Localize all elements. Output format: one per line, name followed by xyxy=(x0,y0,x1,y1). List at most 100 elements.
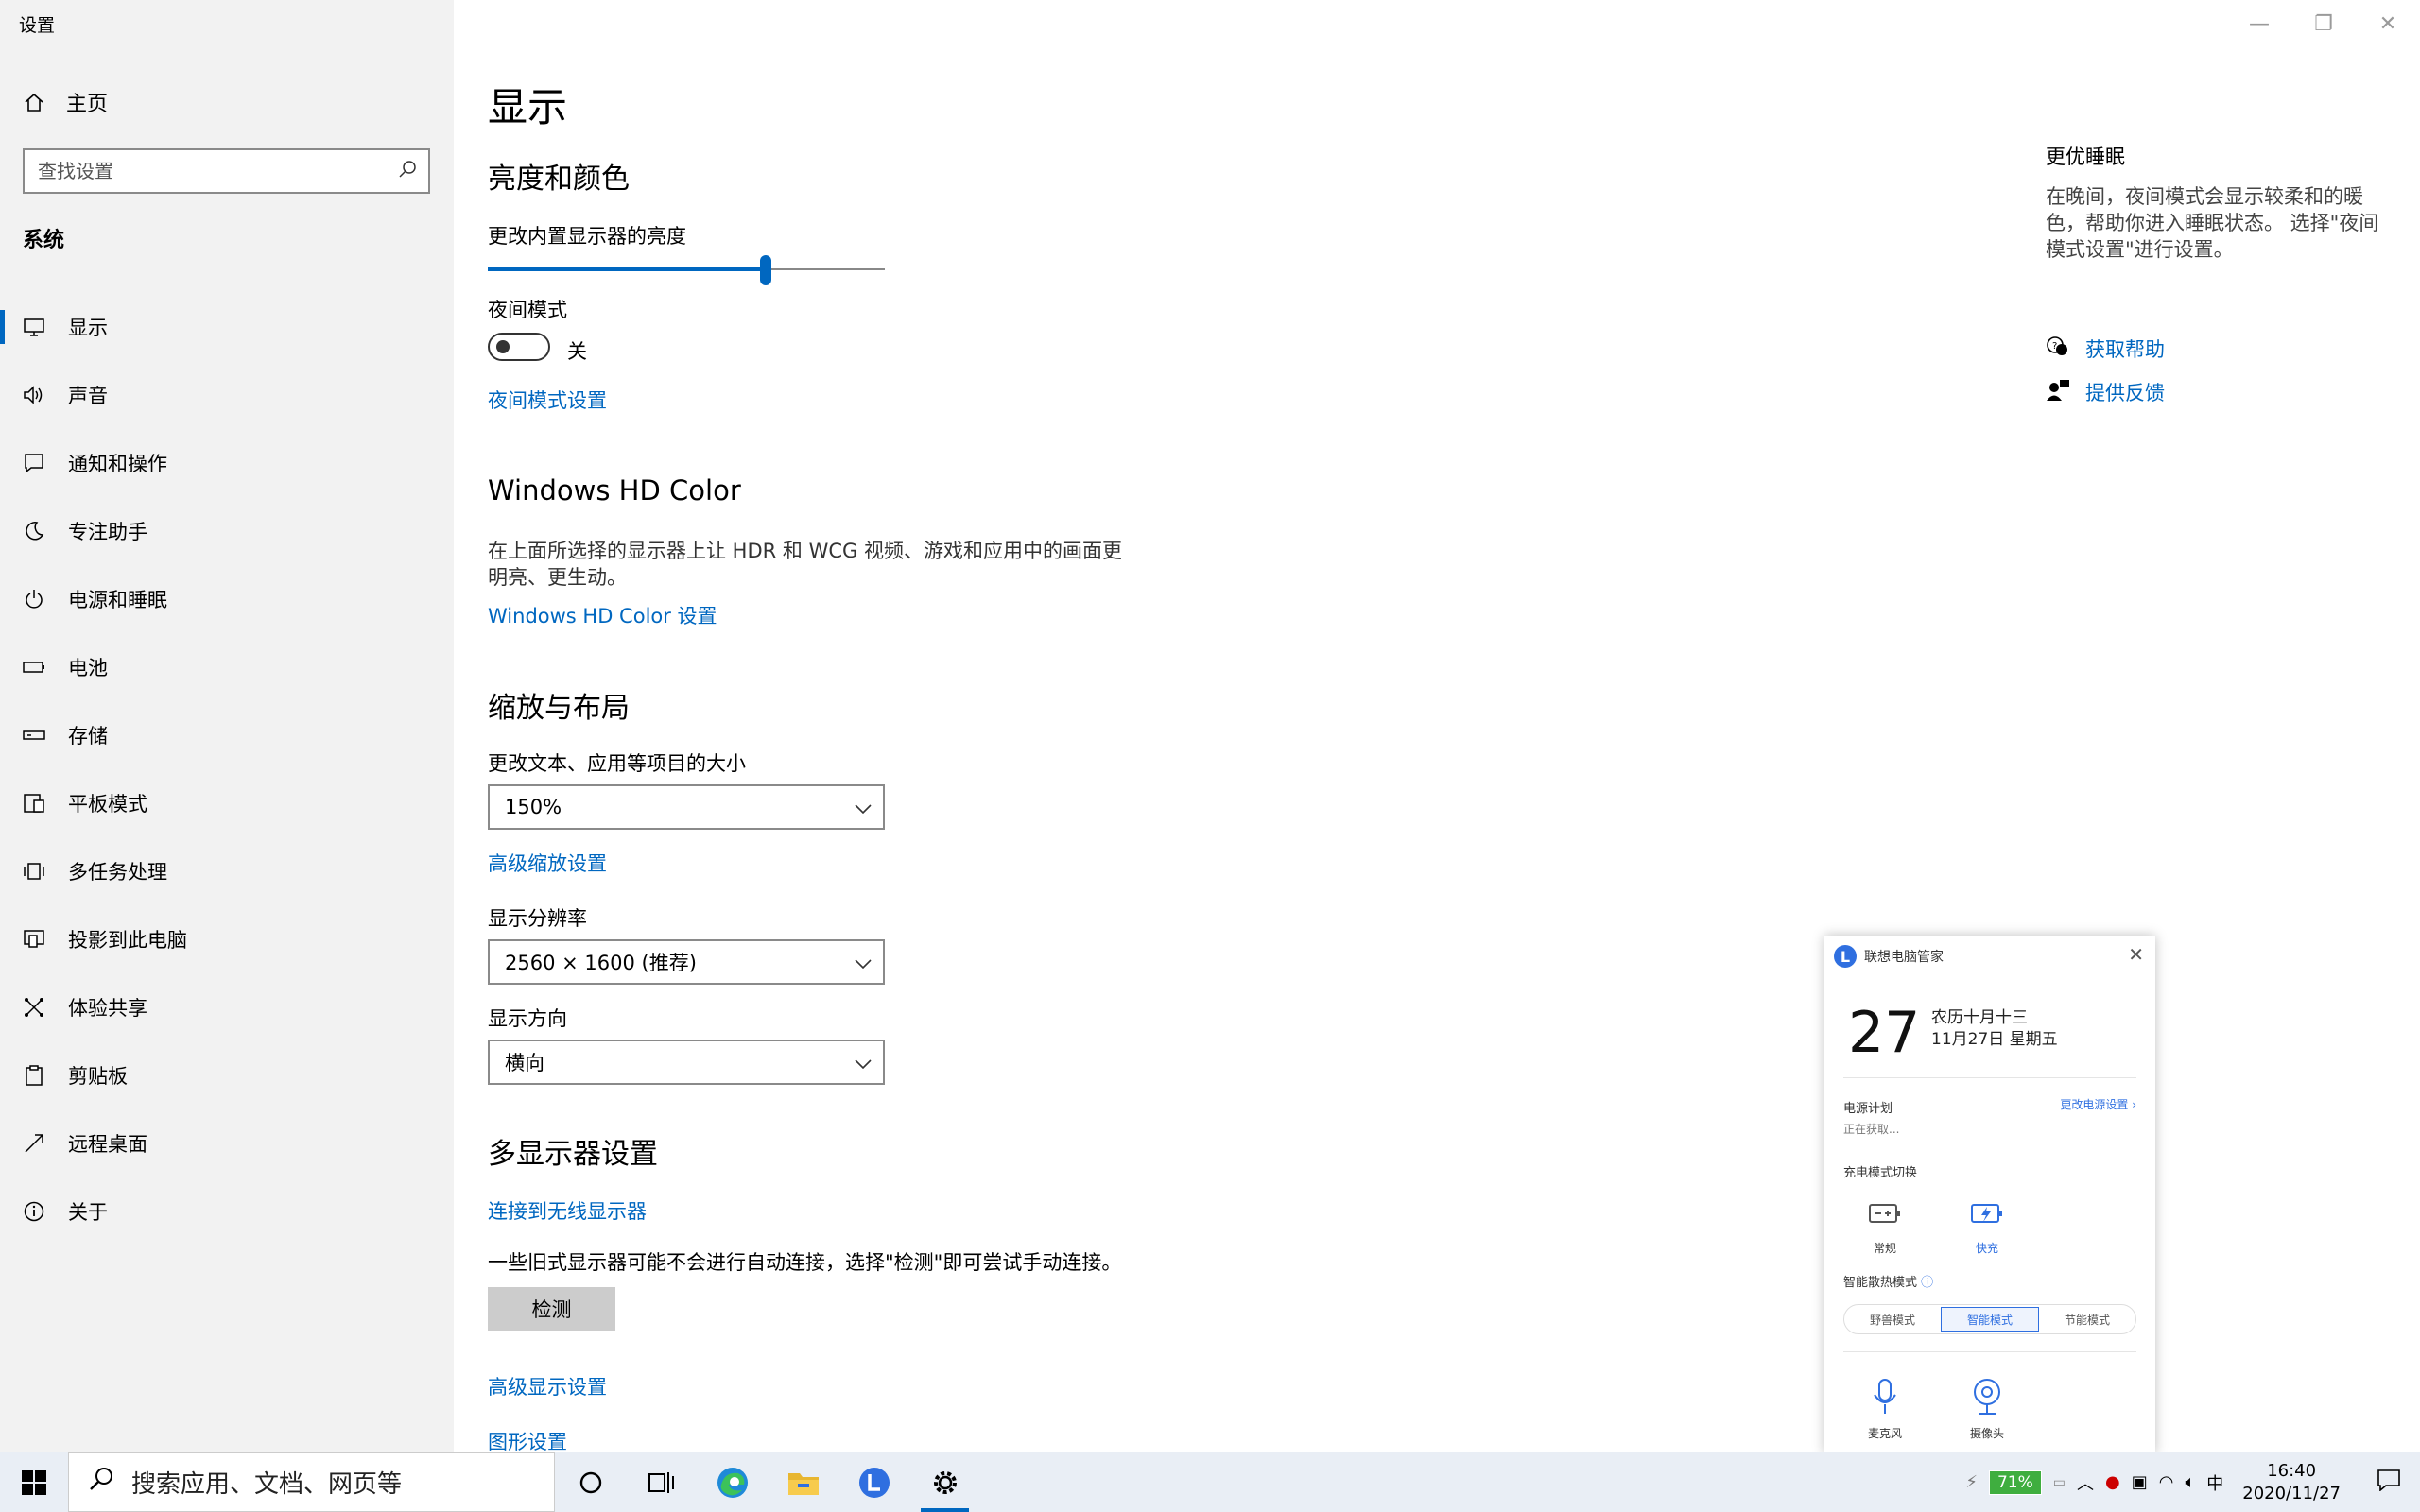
brightness-slider[interactable] xyxy=(488,255,885,285)
chevron-down-icon xyxy=(855,796,872,818)
start-button[interactable] xyxy=(0,1452,68,1512)
slider-thumb[interactable] xyxy=(760,255,771,285)
camera-toggle[interactable]: 摄像头 xyxy=(1970,1378,2004,1441)
sidebar-item-shared-experiences[interactable]: 体验共享 xyxy=(0,973,454,1041)
close-button[interactable]: ✕ xyxy=(2356,0,2420,47)
taskbar-settings[interactable] xyxy=(909,1452,980,1512)
detect-button[interactable]: 检测 xyxy=(488,1287,615,1331)
resolution-select[interactable]: 2560 × 1600 (推荐) xyxy=(488,939,885,985)
camera-icon xyxy=(1974,1379,2000,1415)
charge-fast-option[interactable]: 快充 xyxy=(1970,1202,2004,1256)
cooling-mode-eco[interactable]: 节能模式 xyxy=(2039,1305,2135,1333)
microphone-toggle[interactable]: 麦克风 xyxy=(1868,1378,1902,1441)
settings-search-input[interactable] xyxy=(38,160,398,182)
sidebar-item-about[interactable]: 关于 xyxy=(0,1177,454,1246)
advanced-scaling-link[interactable]: 高级缩放设置 xyxy=(488,849,607,877)
sidebar-item-focus-assist[interactable]: 专注助手 xyxy=(0,497,454,565)
charge-fast-label: 快充 xyxy=(1975,1242,1998,1255)
info-icon[interactable]: ⓘ xyxy=(1921,1276,1933,1290)
orientation-label: 显示方向 xyxy=(488,1007,567,1030)
battery-indicator[interactable]: 71% xyxy=(1988,1469,2042,1495)
network-adapter-icon[interactable]: ▣ xyxy=(2132,1472,2148,1492)
charge-normal-option[interactable]: 常规 xyxy=(1868,1202,1902,1256)
gear-icon xyxy=(933,1470,957,1494)
sidebar-item-sound[interactable]: 声音 xyxy=(0,361,454,429)
night-light-settings-link[interactable]: 夜间模式设置 xyxy=(488,386,607,414)
minimize-button[interactable]: — xyxy=(2227,0,2291,47)
sidebar-item-label: 显示 xyxy=(68,317,108,339)
better-sleep-heading: 更优睡眠 xyxy=(2046,146,2125,168)
volume-icon[interactable]: 🔈︎ xyxy=(2185,1472,2195,1492)
lenovo-lunar-date: 农历十月十三 xyxy=(1931,1008,2028,1027)
storage-icon xyxy=(23,724,45,747)
chevron-up-icon[interactable]: ︿ xyxy=(2077,1470,2094,1495)
lenovo-logo-icon: L xyxy=(1834,945,1857,968)
divider xyxy=(1843,1077,2136,1078)
get-help-link[interactable]: 获取帮助 xyxy=(2085,335,2165,363)
action-center-icon[interactable] xyxy=(2377,1469,2401,1496)
power-plan-link[interactable]: 更改电源设置 › xyxy=(2060,1096,2136,1112)
ime-indicator[interactable]: 中 xyxy=(2206,1470,2223,1495)
sidebar-nav: 显示 声音 通知和操作 专注助手 电源和睡眠 电池 存储 平板模式 多任务处理 … xyxy=(0,293,454,1246)
sidebar-item-label: 平板模式 xyxy=(68,793,147,816)
sidebar-item-project[interactable]: 投影到此电脑 xyxy=(0,905,454,973)
wireless-display-link[interactable]: 连接到无线显示器 xyxy=(488,1196,647,1225)
folder-icon xyxy=(787,1472,819,1495)
sidebar-item-label: 剪贴板 xyxy=(68,1065,128,1088)
battery-fast-icon xyxy=(1971,1204,2002,1223)
cooling-mode-beast[interactable]: 野兽模式 xyxy=(1844,1305,1941,1333)
cortana-button[interactable] xyxy=(555,1452,626,1512)
sidebar-item-notifications[interactable]: 通知和操作 xyxy=(0,429,454,497)
hdr-description: 在上面所选择的显示器上让 HDR 和 WCG 视频、游戏和应用中的画面更明亮、更… xyxy=(488,540,1122,589)
get-help-row[interactable]: ? 获取帮助 xyxy=(2046,335,2165,363)
night-light-toggle[interactable] xyxy=(488,333,550,361)
settings-search-box[interactable] xyxy=(23,148,430,194)
cooling-mode-label-text: 智能散热模式 xyxy=(1843,1276,1918,1290)
taskbar-file-explorer[interactable] xyxy=(768,1452,838,1512)
wifi-icon[interactable]: ◠ xyxy=(2159,1472,2174,1492)
text-size-value: 150% xyxy=(505,796,562,818)
monitor-icon xyxy=(23,316,45,338)
task-view-button[interactable] xyxy=(626,1452,697,1512)
sidebar-item-battery[interactable]: 电池 xyxy=(0,633,454,701)
battery-normal-icon xyxy=(1869,1204,1900,1223)
night-light-label: 夜间模式 xyxy=(488,299,567,321)
graphics-settings-link[interactable]: 图形设置 xyxy=(488,1427,567,1455)
lenovo-header: L 联想电脑管家 xyxy=(1834,945,1944,968)
feedback-link[interactable]: 提供反馈 xyxy=(2085,378,2165,406)
sidebar-item-display[interactable]: 显示 xyxy=(0,293,454,361)
clock[interactable]: 16:40 2020/11/27 xyxy=(2242,1460,2341,1505)
taskbar-search[interactable]: 搜索应用、文档、网页等 xyxy=(68,1452,555,1512)
task-view-icon xyxy=(648,1471,674,1493)
sidebar-item-multitasking[interactable]: 多任务处理 xyxy=(0,837,454,905)
sidebar-home[interactable]: 主页 xyxy=(23,87,108,117)
sidebar-item-clipboard[interactable]: 剪贴板 xyxy=(0,1041,454,1109)
scale-heading: 缩放与布局 xyxy=(488,692,630,725)
feedback-person-icon xyxy=(2046,379,2070,406)
window-title: 设置 xyxy=(19,15,56,36)
advanced-display-link[interactable]: 高级显示设置 xyxy=(488,1372,607,1400)
text-size-select[interactable]: 150% xyxy=(488,784,885,830)
orientation-select[interactable]: 横向 xyxy=(488,1040,885,1085)
moon-icon xyxy=(23,520,45,542)
lenovo-close-button[interactable]: ✕ xyxy=(2128,943,2144,966)
sidebar-item-power[interactable]: 电源和睡眠 xyxy=(0,565,454,633)
clock-time: 16:40 xyxy=(2267,1460,2317,1481)
sidebar-item-remote-desktop[interactable]: 远程桌面 xyxy=(0,1109,454,1177)
lenovo-manager-popup: L 联想电脑管家 ✕ 27 农历十月十三 11月27日 星期五 电源计划 更改电… xyxy=(1824,936,2155,1453)
sidebar-item-tablet-mode[interactable]: 平板模式 xyxy=(0,769,454,837)
taskbar-edge[interactable] xyxy=(697,1452,768,1512)
qq-icon[interactable]: ● xyxy=(2105,1472,2120,1492)
search-icon[interactable] xyxy=(398,160,417,182)
cooling-mode-smart[interactable]: 智能模式 xyxy=(1941,1307,2039,1332)
feedback-row[interactable]: 提供反馈 xyxy=(2046,378,2165,406)
taskbar-lenovo[interactable] xyxy=(838,1452,909,1512)
hdr-settings-link[interactable]: Windows HD Color 设置 xyxy=(488,601,717,629)
battery-icon xyxy=(23,656,45,679)
restore-button[interactable]: ❐ xyxy=(2291,0,2356,47)
sidebar-item-storage[interactable]: 存储 xyxy=(0,701,454,769)
multi-display-description: 一些旧式显示器可能不会进行自动连接，选择"检测"即可尝试手动连接。 xyxy=(488,1251,1122,1274)
sidebar-item-label: 存储 xyxy=(68,725,108,747)
power-plan-link-text: 更改电源设置 xyxy=(2060,1098,2129,1111)
cooling-mode-label: 智能散热模式 ⓘ xyxy=(1843,1272,1933,1290)
